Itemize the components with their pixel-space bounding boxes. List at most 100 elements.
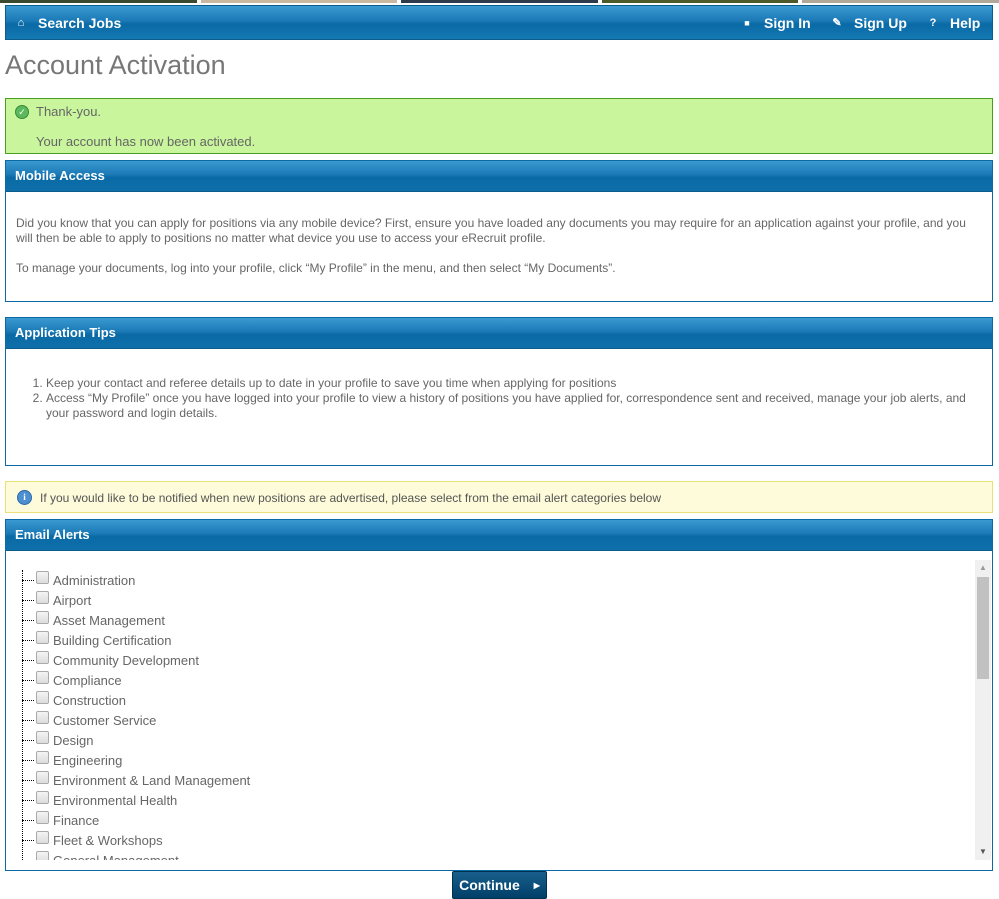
nav-help-label: Help [950, 14, 981, 31]
category-label: Construction [53, 692, 126, 708]
category-scrollbar[interactable]: ▲ ▼ [975, 560, 991, 860]
email-alerts-heading: Email Alerts [6, 520, 992, 551]
category-item[interactable]: Community Development [22, 650, 199, 670]
tree-connector [22, 759, 34, 761]
email-alert-category-tree: Administration Airport Asset Management Bui… [16, 560, 966, 860]
category-checkbox[interactable] [36, 770, 49, 784]
tree-connector [22, 719, 34, 721]
banner-image [200, 0, 398, 3]
nav-sign-in[interactable]: ■ Sign In [742, 6, 811, 39]
nav-search-jobs-label: Search Jobs [38, 14, 122, 31]
category-label: Engineering [53, 752, 123, 768]
info-alert: i If you would like to be notified when … [5, 481, 993, 513]
banner-image [401, 0, 598, 3]
success-title: Thank-you. [36, 104, 102, 119]
continue-button[interactable]: Continue ▶ [452, 871, 547, 899]
category-item[interactable]: Airport [22, 590, 91, 610]
tip-item: Access “My Profile” once you have logged… [46, 391, 986, 421]
mobile-access-panel: Mobile Access Did you know that you can … [5, 160, 993, 302]
nav-help[interactable]: ? Help [928, 6, 981, 39]
tree-connector [22, 839, 34, 841]
tree-connector [22, 659, 34, 661]
pencil-icon: ✎ [832, 17, 842, 29]
application-tips-heading: Application Tips [6, 318, 992, 349]
category-checkbox[interactable] [36, 850, 49, 860]
scrollbar-thumb[interactable] [977, 577, 989, 679]
category-item[interactable]: Environmental Health [22, 790, 177, 810]
category-checkbox[interactable] [36, 630, 49, 644]
scroll-up-arrow-icon[interactable]: ▲ [975, 560, 991, 576]
category-item[interactable]: Building Certification [22, 630, 172, 650]
category-label: Administration [53, 572, 136, 588]
tree-connector [22, 679, 34, 681]
banner-image [0, 0, 197, 3]
category-checkbox[interactable] [36, 750, 49, 764]
success-message: Your account has now been activated. [36, 134, 256, 149]
category-checkbox[interactable] [36, 710, 49, 724]
success-alert: ✓ Thank-you. Your account has now been a… [5, 98, 993, 154]
category-item[interactable]: Compliance [22, 670, 122, 690]
category-checkbox[interactable] [36, 650, 49, 664]
category-item[interactable]: Customer Service [22, 710, 156, 730]
scroll-down-arrow-icon[interactable]: ▼ [975, 844, 991, 860]
mobile-access-paragraph-2: To manage your documents, log into your … [16, 261, 616, 275]
category-checkbox[interactable] [36, 730, 49, 744]
tree-connector [22, 739, 34, 741]
banner-image [802, 0, 999, 3]
header-banner-images [0, 0, 999, 4]
category-label: Fleet & Workshops [53, 832, 163, 848]
mobile-access-heading: Mobile Access [6, 161, 992, 192]
home-icon: ⌂ [17, 16, 25, 29]
tree-connector [22, 639, 34, 641]
category-item[interactable]: Administration [22, 570, 135, 590]
category-item[interactable]: Finance [22, 810, 99, 830]
banner-image [601, 0, 799, 3]
category-label: Airport [53, 592, 92, 608]
category-label: Design [53, 732, 94, 748]
nav-sign-up[interactable]: ✎ Sign Up [832, 6, 907, 39]
tree-connector [22, 819, 34, 821]
category-checkbox[interactable] [36, 670, 49, 684]
help-icon: ? [929, 16, 937, 29]
mobile-access-paragraph-1: Did you know that you can apply for posi… [16, 216, 966, 245]
category-checkbox[interactable] [36, 690, 49, 704]
category-item[interactable]: Engineering [22, 750, 122, 770]
category-item[interactable]: Environment & Land Management [22, 770, 250, 790]
category-item[interactable]: Fleet & Workshops [22, 830, 163, 850]
category-label: Environmental Health [53, 792, 178, 808]
nav-sign-in-label: Sign In [764, 14, 811, 31]
category-item[interactable]: General Management [22, 850, 179, 860]
tree-connector [22, 619, 34, 621]
category-label: Community Development [53, 652, 199, 668]
category-label: Environment & Land Management [53, 772, 251, 788]
category-label: Customer Service [53, 712, 157, 728]
category-label: General Management [53, 852, 179, 861]
nav-search-jobs[interactable]: ⌂ Search Jobs [16, 6, 122, 39]
category-item[interactable]: Design [22, 730, 93, 750]
category-checkbox[interactable] [36, 590, 49, 604]
category-checkbox[interactable] [36, 790, 49, 804]
application-tips-panel: Application Tips Keep your contact and r… [5, 317, 993, 466]
category-item[interactable]: Construction [22, 690, 126, 710]
tree-connector [22, 579, 34, 581]
top-navbar: ⌂ Search Jobs ■ Sign In ✎ Sign Up ? Help [5, 5, 993, 40]
check-circle-icon: ✓ [15, 105, 29, 119]
tree-connector [22, 799, 34, 801]
lock-icon: ■ [744, 17, 750, 28]
chevron-right-icon: ▶ [533, 880, 540, 890]
tree-connector [22, 779, 34, 781]
tips-list: Keep your contact and referee details up… [6, 376, 986, 421]
tree-connector [22, 599, 34, 601]
category-item[interactable]: Asset Management [22, 610, 165, 630]
category-label: Compliance [53, 672, 122, 688]
page-title: Account Activation [5, 50, 226, 80]
category-checkbox[interactable] [36, 570, 49, 584]
category-checkbox[interactable] [36, 830, 49, 844]
category-label: Asset Management [53, 612, 166, 628]
category-checkbox[interactable] [36, 810, 49, 824]
tree-connector [22, 699, 34, 701]
category-label: Finance [53, 812, 100, 828]
category-label: Building Certification [53, 632, 172, 648]
email-alerts-panel: Email Alerts Administration Airport Asset … [5, 519, 993, 871]
category-checkbox[interactable] [36, 610, 49, 624]
